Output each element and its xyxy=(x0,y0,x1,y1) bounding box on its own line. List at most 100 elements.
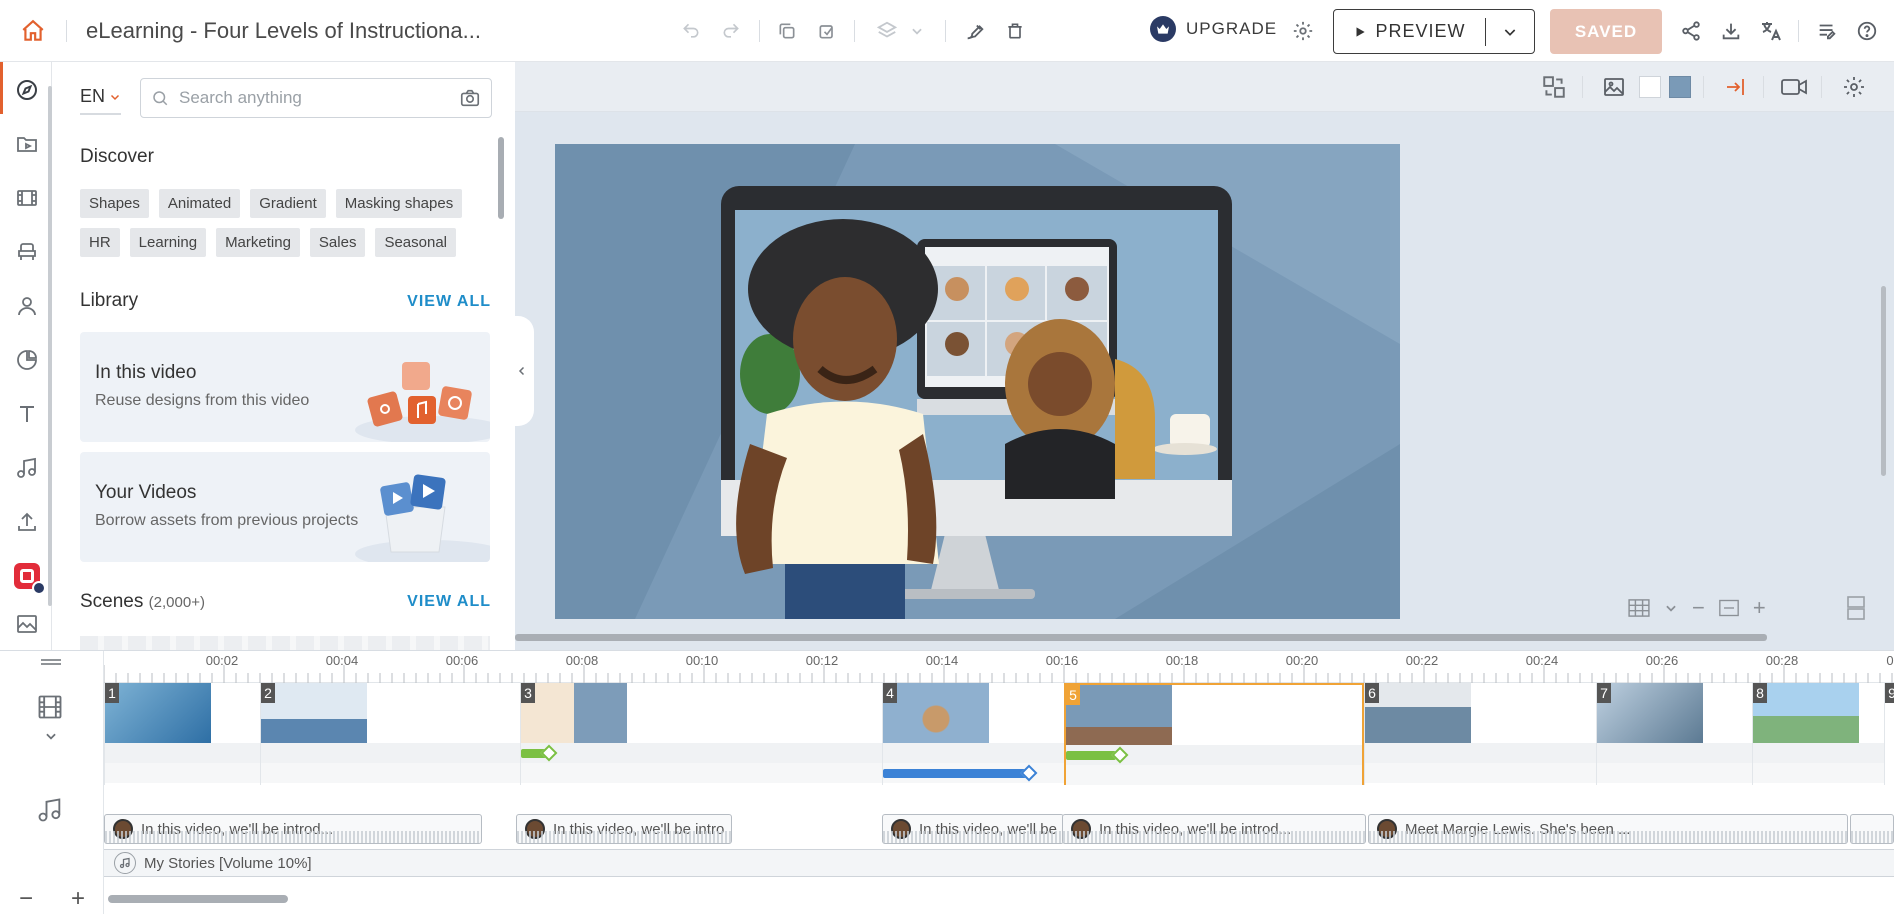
voiceover-clip[interactable]: In this video, we'll be intro xyxy=(516,814,732,844)
tag-animated[interactable]: Animated xyxy=(158,189,241,218)
redo-button[interactable] xyxy=(714,14,748,48)
voiceover-clip[interactable] xyxy=(1850,814,1894,844)
swap-button[interactable] xyxy=(1537,70,1571,104)
scene-clip-7[interactable]: 7 xyxy=(1596,683,1752,785)
rail-premium-plugin[interactable] xyxy=(6,556,48,596)
download-button[interactable] xyxy=(1714,14,1748,48)
scene-clip-8[interactable]: 8 xyxy=(1752,683,1884,785)
scene-thumbnail xyxy=(883,683,989,743)
upgrade-button[interactable]: UPGRADE xyxy=(1150,16,1277,42)
scenes-track-toggle[interactable] xyxy=(36,693,64,726)
chevron-down-icon[interactable] xyxy=(1664,601,1678,615)
color-swatch-white[interactable] xyxy=(1639,76,1661,98)
voiceover-clip[interactable]: In this video, we'll be introd... xyxy=(1062,814,1366,844)
tag-gradient[interactable]: Gradient xyxy=(250,189,326,218)
project-title[interactable]: eLearning - Four Levels of Instructiona.… xyxy=(86,18,481,44)
language-selector[interactable]: EN xyxy=(80,86,122,115)
notes-button[interactable] xyxy=(1810,14,1844,48)
zoom-out-icon[interactable]: − xyxy=(1692,595,1705,621)
tag-marketing[interactable]: Marketing xyxy=(216,228,300,257)
layers-button[interactable] xyxy=(870,14,904,48)
tag-masking-shapes[interactable]: Masking shapes xyxy=(335,189,463,218)
rail-media[interactable] xyxy=(6,124,48,164)
canvas-vertical-scrollbar[interactable] xyxy=(1881,286,1886,476)
camera-icon[interactable] xyxy=(459,87,481,109)
zoom-in-icon[interactable]: + xyxy=(1753,595,1766,621)
tag-seasonal[interactable]: Seasonal xyxy=(375,228,457,257)
timeline-drag-handle[interactable] xyxy=(40,655,62,673)
copy-button[interactable] xyxy=(770,14,804,48)
rail-backgrounds[interactable] xyxy=(6,604,48,644)
voiceover-clip[interactable]: In this video, we'll be xyxy=(882,814,1064,844)
preview-dropdown[interactable] xyxy=(1486,24,1534,40)
rail-text[interactable] xyxy=(6,394,48,434)
music-track[interactable]: My Stories [Volume 10%] xyxy=(104,849,1894,877)
card-in-this-video[interactable]: In this video Reuse designs from this vi… xyxy=(80,332,490,442)
timeline-zoom-out-button[interactable]: − xyxy=(19,885,33,913)
preview-button[interactable]: PREVIEW xyxy=(1333,9,1535,54)
timeline-zoom: − + xyxy=(0,885,104,913)
panel-scrollbar[interactable] xyxy=(498,137,504,219)
scene-clip-4[interactable]: 4 xyxy=(882,683,1064,785)
scene-clip-6[interactable]: 6 xyxy=(1364,683,1596,785)
collapse-panel-button[interactable] xyxy=(510,316,534,426)
undo-button[interactable] xyxy=(674,14,708,48)
rail-upload[interactable] xyxy=(6,502,48,542)
preview-main[interactable]: PREVIEW xyxy=(1334,17,1486,46)
camera-button[interactable] xyxy=(1777,70,1811,104)
brush-button[interactable] xyxy=(958,14,992,48)
translate-button[interactable] xyxy=(1754,14,1788,48)
card-your-videos[interactable]: Your Videos Borrow assets from previous … xyxy=(80,452,490,562)
card-title: In this video xyxy=(95,362,197,383)
tag-shapes[interactable]: Shapes xyxy=(80,189,149,218)
rail-audio[interactable] xyxy=(6,448,48,488)
fit-screen-icon[interactable] xyxy=(1719,599,1739,617)
audio-track-toggle[interactable] xyxy=(36,796,64,829)
timeline-zoom-in-button[interactable]: + xyxy=(71,885,85,913)
scene-clip-5[interactable]: 5 xyxy=(1064,683,1364,785)
tag-learning[interactable]: Learning xyxy=(129,228,207,257)
scene-thumbnail xyxy=(1597,683,1703,743)
transition-button[interactable] xyxy=(1719,70,1753,104)
scene-clip-1[interactable]: 1 xyxy=(104,683,260,785)
paste-button[interactable] xyxy=(810,14,844,48)
help-button[interactable] xyxy=(1850,14,1884,48)
rail-scenes[interactable] xyxy=(6,178,48,218)
grid-icon[interactable] xyxy=(1628,599,1650,617)
settings-button[interactable] xyxy=(1286,14,1320,48)
delete-button[interactable] xyxy=(998,14,1032,48)
timeline-scrollbar[interactable] xyxy=(108,895,288,903)
rail-characters[interactable] xyxy=(6,286,48,326)
scene-settings-button[interactable] xyxy=(1837,70,1871,104)
scene-track: 1 2 3 4 5 6 7 8 9 xyxy=(104,683,1894,785)
tag-hr[interactable]: HR xyxy=(80,228,120,257)
scene-clip-3[interactable]: 3 xyxy=(520,683,882,785)
animation-bar[interactable] xyxy=(1066,751,1116,760)
canvas-horizontal-scrollbar[interactable] xyxy=(515,634,1767,641)
rail-charts[interactable] xyxy=(6,340,48,380)
timeline-ruler[interactable]: 00:02 00:04 00:06 00:08 00:10 00:12 00:1… xyxy=(104,651,1894,683)
scene-clip-2[interactable]: 2 xyxy=(260,683,520,785)
voiceover-clip[interactable]: In this video, we'll be introd... xyxy=(104,814,482,844)
rail-discover[interactable] xyxy=(6,70,48,110)
voiceover-clip[interactable]: Meet Margie Lewis. She's been ... xyxy=(1368,814,1848,844)
color-swatch-blue[interactable] xyxy=(1669,76,1691,98)
background-image-button[interactable] xyxy=(1597,70,1631,104)
scene-clip-9[interactable]: 9 xyxy=(1884,683,1894,785)
share-button[interactable] xyxy=(1674,14,1708,48)
search-box[interactable] xyxy=(140,78,492,118)
saved-button[interactable]: SAVED xyxy=(1550,9,1662,54)
scene-canvas[interactable] xyxy=(555,144,1400,619)
rail-props[interactable] xyxy=(6,232,48,272)
tag-sales[interactable]: Sales xyxy=(309,228,366,257)
home-button[interactable] xyxy=(16,12,50,50)
layers-dropdown[interactable] xyxy=(900,14,934,48)
chevron-down-icon xyxy=(912,28,922,35)
scene-thumbnail xyxy=(521,683,627,743)
scenes-track-expand[interactable] xyxy=(44,729,58,748)
search-input[interactable] xyxy=(179,88,449,108)
library-view-all-link[interactable]: VIEW ALL xyxy=(407,293,491,311)
scenes-view-all-link[interactable]: VIEW ALL xyxy=(407,593,491,611)
camera-move-bar[interactable] xyxy=(883,769,1028,778)
layout-toggle-button[interactable] xyxy=(1838,590,1874,626)
